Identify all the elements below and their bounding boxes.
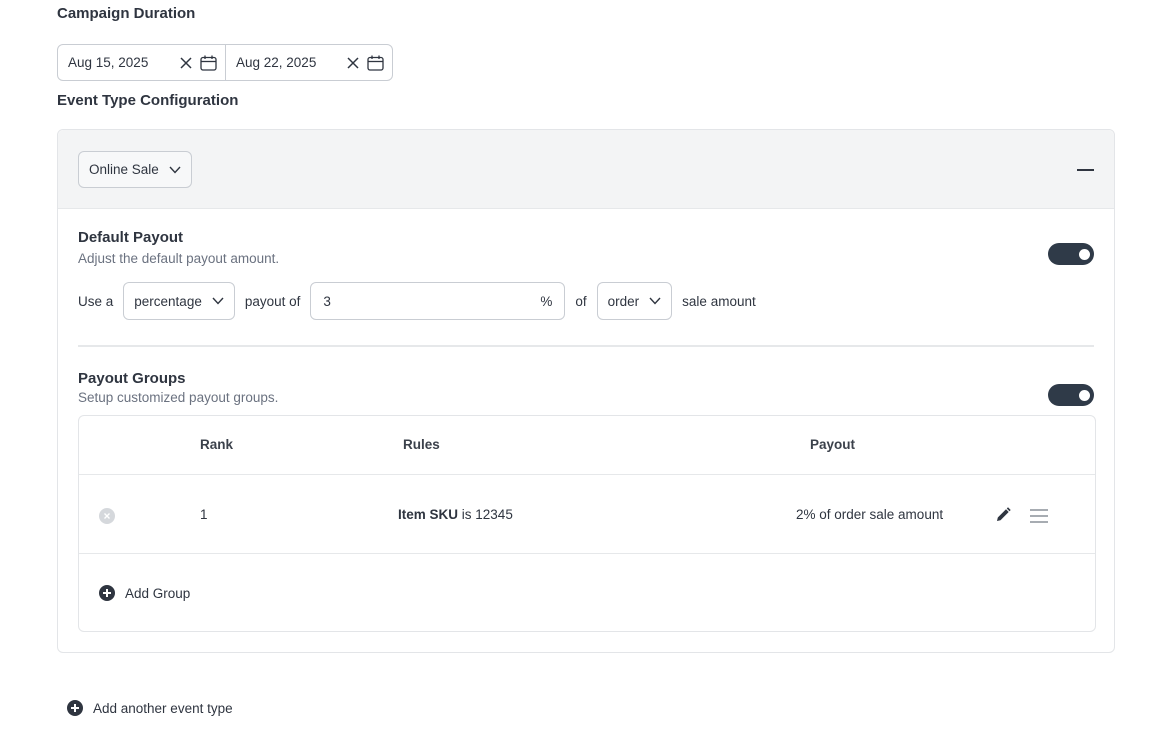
rule-field: Item SKU (398, 507, 459, 522)
add-group-label: Add Group (125, 585, 191, 601)
add-event-type-label: Add another event type (93, 700, 233, 716)
remove-circle-icon[interactable] (99, 508, 115, 524)
plus-circle-icon (67, 700, 83, 716)
default-payout-toggle[interactable] (1048, 243, 1094, 265)
payout-groups-table: Rank Rules Payout 1 Item SKU is 12345 2%… (78, 415, 1096, 632)
payout-amount-input[interactable]: 3 % (310, 282, 566, 320)
close-icon[interactable] (347, 56, 359, 69)
chevron-down-icon (212, 297, 224, 305)
event-type-header: Online Sale (58, 130, 1114, 209)
column-header-rules: Rules (403, 437, 440, 452)
payout-basis-value: order (607, 293, 640, 309)
end-date-field[interactable]: Aug 22, 2025 (225, 45, 392, 80)
start-date-value: Aug 15, 2025 (68, 55, 149, 70)
row-rule: Item SKU is 12345 (398, 507, 513, 522)
column-header-payout: Payout (810, 437, 856, 452)
calendar-icon[interactable] (200, 55, 217, 71)
payout-of-label: payout of (244, 293, 301, 309)
add-group-button[interactable]: Add Group (99, 585, 190, 601)
chevron-down-icon (649, 297, 661, 305)
plus-circle-icon (99, 585, 115, 601)
add-group-row: Add Group (79, 554, 1095, 631)
use-a-label: Use a (78, 293, 114, 309)
section-divider (78, 345, 1094, 347)
column-header-rank: Rank (200, 437, 234, 452)
close-icon[interactable] (180, 56, 192, 69)
payout-amount-value: 3 (323, 293, 331, 309)
event-type-select[interactable]: Online Sale (78, 151, 192, 188)
collapse-button[interactable] (1077, 169, 1094, 171)
event-type-card: Online Sale Default Payout Adjust the de… (57, 129, 1115, 653)
payout-basis-select[interactable]: order (596, 282, 673, 320)
default-payout-sentence: Use a percentage payout of 3 % of order … (78, 282, 766, 320)
chevron-down-icon (169, 166, 181, 174)
payout-groups-title: Payout Groups (78, 370, 186, 387)
event-type-configuration-title: Event Type Configuration (57, 92, 239, 109)
payout-type-value: percentage (134, 293, 202, 309)
payout-groups-description: Setup customized payout groups. (78, 390, 279, 405)
row-rank: 1 (200, 507, 208, 522)
payout-groups-toggle[interactable] (1048, 384, 1094, 406)
start-date-field[interactable]: Aug 15, 2025 (58, 45, 225, 80)
of-label: of (575, 293, 587, 309)
pencil-icon[interactable] (994, 506, 1012, 524)
sale-amount-label: sale amount (682, 293, 756, 309)
add-event-type-button[interactable]: Add another event type (67, 700, 233, 716)
default-payout-title: Default Payout (78, 229, 184, 246)
end-date-value: Aug 22, 2025 (236, 55, 317, 70)
default-payout-description: Adjust the default payout amount. (78, 251, 280, 266)
table-row: 1 Item SKU is 12345 2% of order sale amo… (79, 475, 1095, 554)
row-payout: 2% of order sale amount (796, 507, 944, 522)
payout-type-select[interactable]: percentage (123, 282, 235, 320)
campaign-duration-title: Campaign Duration (57, 5, 196, 22)
event-type-value: Online Sale (89, 162, 159, 177)
date-range-picker[interactable]: Aug 15, 2025 Aug 22, 2025 (57, 44, 393, 81)
drag-handle-icon[interactable] (1030, 508, 1048, 524)
percent-unit: % (540, 293, 553, 309)
table-header: Rank Rules Payout (79, 416, 1095, 475)
calendar-icon[interactable] (367, 55, 384, 71)
rule-text: is 12345 (461, 507, 513, 522)
